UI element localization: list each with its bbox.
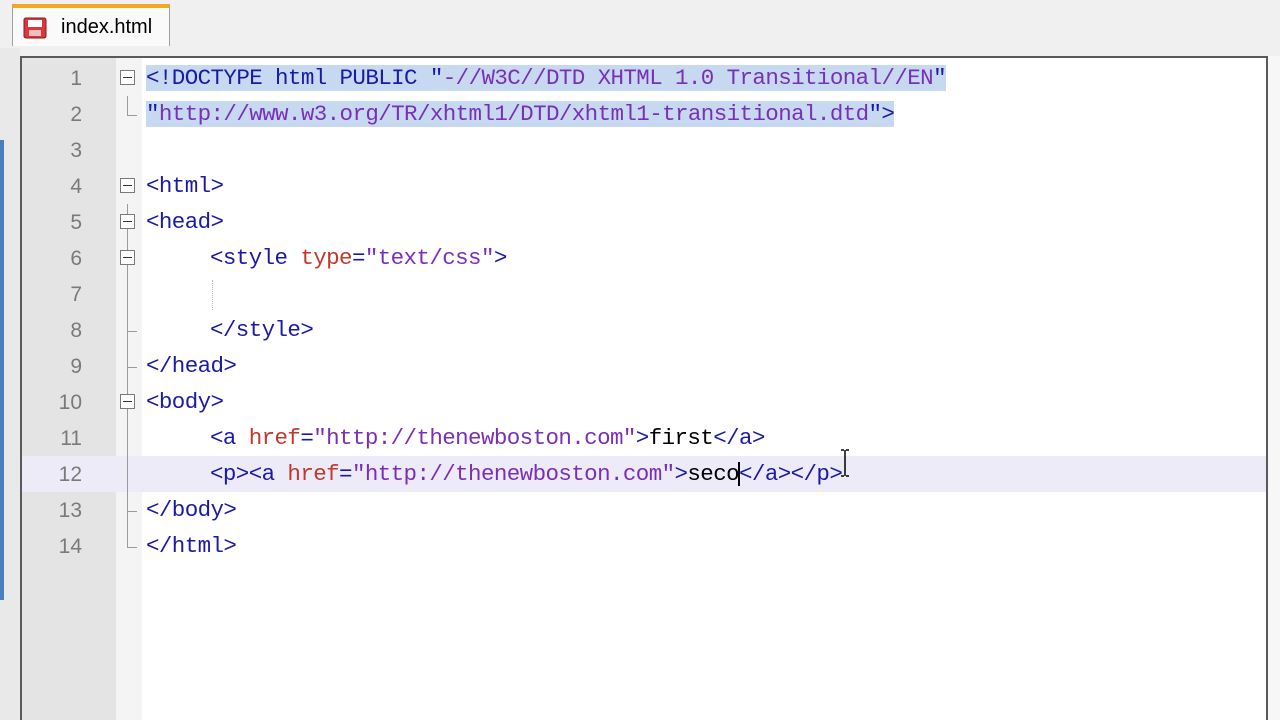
line-number: 7 [70,283,82,306]
code-text: </head> [146,353,237,379]
code-text: <!DOCTYPE html PUBLIC "-//W3C//DTD XHTML… [146,65,947,91]
line-number: 14 [58,535,82,558]
line-number: 9 [70,355,82,378]
line-number: 10 [58,391,82,414]
code-line-9[interactable]: 9 </head> [22,348,1266,384]
indent-guide [212,280,213,310]
line-number: 1 [70,67,82,90]
window-edge [0,0,20,720]
fold-line-icon [127,420,128,456]
code-text: <body> [146,389,224,415]
fold-toggle-icon[interactable] [120,70,135,85]
code-text: <head> [146,209,224,235]
line-number: 8 [70,319,82,342]
line-number: 4 [70,175,82,198]
code-text: </style> [210,317,314,343]
code-editor[interactable]: 1 <!DOCTYPE html PUBLIC "-//W3C//DTD XHT… [20,56,1268,720]
fold-end-icon [127,492,137,512]
line-number: 13 [58,499,82,522]
code-text: <html> [146,173,224,199]
fold-end-icon [127,528,137,548]
code-line-4[interactable]: 4 <html> [22,168,1266,204]
line-number: 5 [70,211,82,234]
code-text: <p><a href="http://thenewboston.com">sec… [210,461,843,487]
line-number: 3 [70,139,82,162]
code-line-2[interactable]: 2 "http://www.w3.org/TR/xhtml1/DTD/xhtml… [22,96,1266,132]
code-text: </body> [146,497,237,523]
tab-index-html[interactable]: index.html [12,4,170,46]
code-line-8[interactable]: 8 </style> [22,312,1266,348]
code-line-10[interactable]: 10 <body> [22,384,1266,420]
tab-label: index.html [61,16,153,38]
fold-toggle-icon[interactable] [120,214,135,229]
fold-line-icon [127,456,128,492]
line-number: 2 [70,103,82,126]
line-number: 12 [58,463,82,486]
fold-end-icon [127,348,137,368]
fold-toggle-icon[interactable] [120,250,135,265]
code-line-11[interactable]: 11 <a href="http://thenewboston.com">fir… [22,420,1266,456]
tab-bar: index.html [0,0,1280,48]
save-file-icon [23,17,47,39]
code-text: <a href="http://thenewboston.com">first<… [210,425,765,451]
code-text: <style type="text/css"> [210,245,507,271]
fold-toggle-icon[interactable] [120,394,135,409]
fold-toggle-icon[interactable] [120,178,135,193]
code-line-12-current[interactable]: 12 <p><a href="http://thenewboston.com">… [22,456,1266,492]
fold-end-icon [127,312,137,332]
line-number: 11 [60,427,82,450]
code-line-3[interactable]: 3 [22,132,1266,168]
code-line-13[interactable]: 13 </body> [22,492,1266,528]
code-line-1[interactable]: 1 <!DOCTYPE html PUBLIC "-//W3C//DTD XHT… [22,60,1266,96]
fold-line-icon [127,276,128,312]
code-line-5[interactable]: 5 <head> [22,204,1266,240]
fold-end-icon [127,96,137,116]
code-text: "http://www.w3.org/TR/xhtml1/DTD/xhtml1-… [146,101,895,127]
code-line-14[interactable]: 14 </html> [22,528,1266,564]
code-line-6[interactable]: 6 <style type="text/css"> [22,240,1266,276]
code-line-7[interactable]: 7 [22,276,1266,312]
vertical-scrollbar[interactable] [1268,56,1280,720]
code-text: </html> [146,533,237,559]
ibeam-cursor-icon [841,449,849,477]
line-number: 6 [70,247,82,270]
